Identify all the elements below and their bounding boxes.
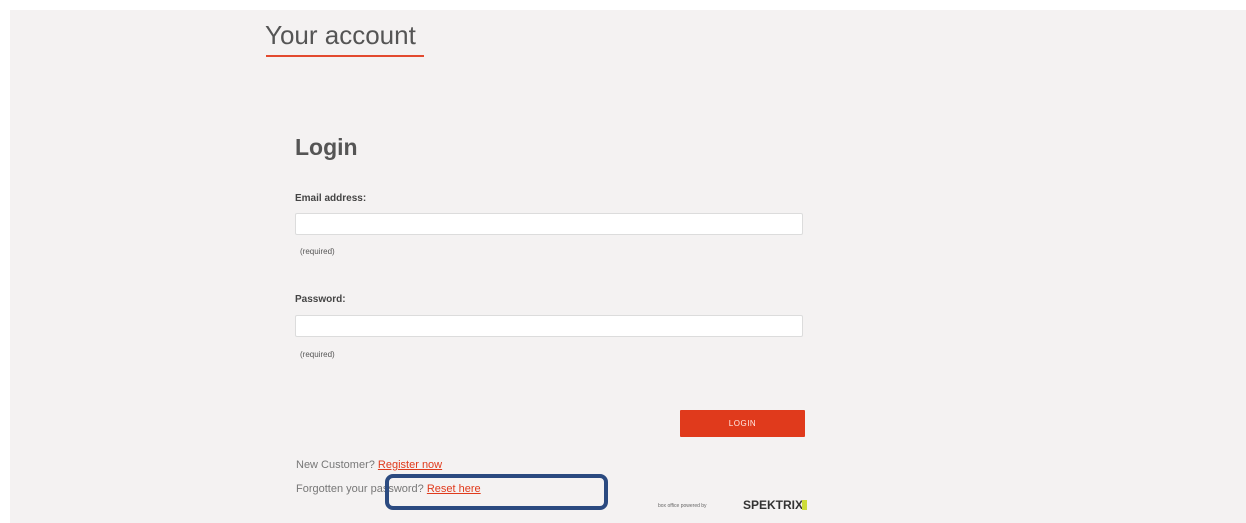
register-link[interactable]: Register now bbox=[378, 459, 442, 471]
email-label: Email address: bbox=[295, 193, 367, 204]
login-heading: Login bbox=[295, 134, 358, 160]
title-underline bbox=[266, 55, 424, 57]
register-line: New Customer? Register now bbox=[296, 459, 442, 471]
page-container bbox=[10, 10, 1246, 523]
new-customer-text: New Customer? bbox=[296, 459, 375, 471]
powered-by-text: box office powered by bbox=[658, 503, 707, 509]
password-field[interactable] bbox=[295, 315, 803, 337]
page-title: Your account bbox=[265, 20, 416, 50]
email-field[interactable] bbox=[295, 213, 803, 235]
spektrix-logo: SPEKTRIX bbox=[743, 498, 804, 512]
email-required-note: (required) bbox=[300, 247, 335, 256]
password-required-note: (required) bbox=[300, 350, 335, 359]
spektrix-logo-mark bbox=[802, 500, 807, 510]
login-button[interactable]: LOGIN bbox=[680, 410, 805, 437]
highlight-box bbox=[385, 474, 608, 510]
password-label: Password: bbox=[295, 294, 346, 305]
